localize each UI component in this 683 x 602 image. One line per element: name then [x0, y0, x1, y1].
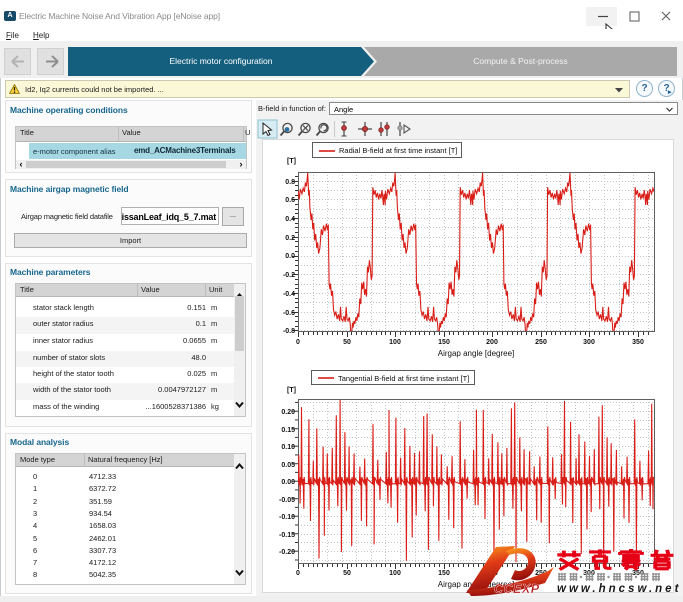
svg-text:-0.10: -0.10 — [279, 514, 295, 521]
svg-text:100: 100 — [389, 339, 401, 346]
svg-text:350: 350 — [632, 339, 644, 346]
svg-text:0.8: 0.8 — [285, 179, 295, 186]
svg-text:0.6: 0.6 — [285, 197, 295, 204]
svg-text:[T]: [T] — [287, 387, 296, 394]
svg-text:-0.20: -0.20 — [279, 549, 295, 556]
svg-text:[T]: [T] — [287, 158, 296, 165]
svg-text:200: 200 — [486, 339, 498, 346]
svg-text:150: 150 — [438, 339, 450, 346]
svg-text:-0.2: -0.2 — [283, 272, 295, 279]
svg-text:0.10: 0.10 — [281, 444, 295, 451]
svg-text:0: 0 — [296, 339, 300, 346]
svg-text:0.2: 0.2 — [285, 235, 295, 242]
svg-text:0.15: 0.15 — [281, 427, 295, 434]
svg-text:0.0: 0.0 — [285, 253, 295, 260]
svg-text:-0.4: -0.4 — [283, 291, 295, 298]
svg-text:CCEXP: CCEXP — [494, 582, 540, 596]
svg-text:100: 100 — [389, 570, 401, 577]
svg-text:0.20: 0.20 — [281, 409, 295, 416]
svg-text:0.4: 0.4 — [285, 216, 295, 223]
svg-text:0: 0 — [296, 570, 300, 577]
svg-text:250: 250 — [535, 339, 547, 346]
svg-text:-0.8: -0.8 — [283, 328, 295, 335]
svg-text:0.05: 0.05 — [281, 462, 295, 469]
svg-text:www.hncsw.net: www.hncsw.net — [557, 583, 681, 595]
svg-text:50: 50 — [343, 339, 351, 346]
svg-text:-0.05: -0.05 — [279, 497, 295, 504]
svg-text:0.00: 0.00 — [281, 479, 295, 486]
svg-text:Airgap angle [degree]: Airgap angle [degree] — [438, 349, 515, 358]
svg-text:-0.15: -0.15 — [279, 532, 295, 539]
svg-text:150: 150 — [438, 570, 450, 577]
svg-text:300: 300 — [583, 339, 595, 346]
svg-text:-0.6: -0.6 — [283, 310, 295, 317]
svg-text:50: 50 — [343, 570, 351, 577]
